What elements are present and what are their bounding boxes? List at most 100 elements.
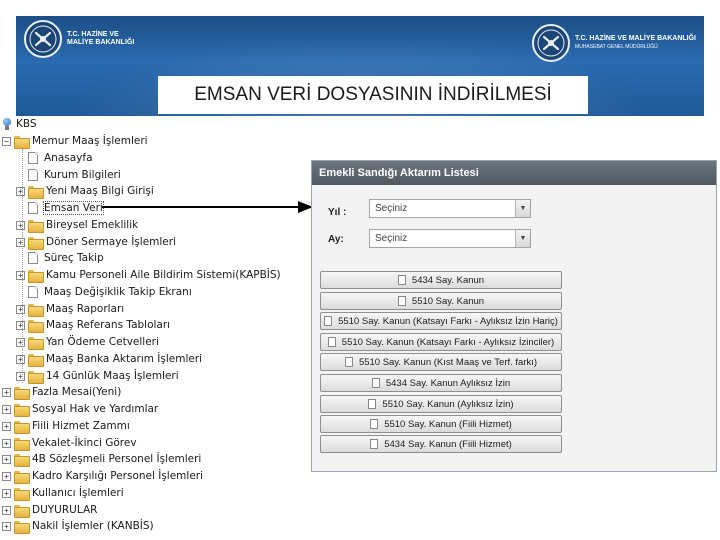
tree-item[interactable]: + Kadro Karşılığı Personel İşlemleri [2, 468, 203, 484]
ministry-name-line2: MALİYE BAKANLIĞI [67, 39, 135, 46]
tree-item-label: Yeni Maaş Bilgi Girişi [46, 185, 154, 197]
tree-item[interactable]: Anasayfa [16, 150, 93, 166]
tree-item[interactable]: + Vekalet-İkinci Görev [2, 435, 137, 451]
document-icon [368, 399, 377, 409]
download-button[interactable]: 5510 Say. Kanun (Fiili Hizmet) [320, 415, 562, 433]
folder-icon [14, 453, 30, 467]
page-icon [28, 252, 38, 264]
expand-icon[interactable]: + [2, 454, 11, 464]
year-select[interactable]: Seçiniz ▼ [369, 199, 531, 218]
download-button[interactable]: 5510 Say. Kanun (Aylıksız İzin) [320, 395, 562, 413]
tree-item-label: 4B Sözleşmeli Personel İşlemleri [32, 453, 202, 465]
tree-item[interactable]: + Fazla Mesai(Yeni) [2, 384, 121, 400]
month-select-value: Seçiniz [375, 233, 408, 244]
tree-item-label: Fazla Mesai(Yeni) [32, 386, 122, 398]
tree-item[interactable]: Maaş Değişiklik Takip Ekranı [16, 284, 192, 300]
expand-icon[interactable]: + [16, 270, 25, 280]
tree-item[interactable]: Süreç Takip [16, 250, 104, 266]
tree-item-label: Vekalet-İkinci Görev [32, 437, 137, 449]
expand-icon[interactable]: + [16, 371, 25, 381]
folder-icon [28, 236, 44, 250]
tree-item[interactable]: + Kamu Personeli Aile Bildirim Sistemi(KA… [16, 267, 281, 283]
tree-item[interactable]: + Maaş Banka Aktarım İşlemleri [16, 351, 202, 367]
tree-item-label: Nakil İşlemler (KANBİS) [32, 520, 154, 532]
kbs-root-icon [2, 118, 12, 130]
expand-icon[interactable]: + [2, 488, 11, 498]
expand-icon[interactable]: + [16, 354, 25, 364]
download-button-label: 5434 Say. Kanun Aylıksız İzin [385, 377, 511, 389]
download-button[interactable]: 5434 Say. Kanun [320, 271, 562, 289]
chevron-down-icon[interactable]: ▼ [515, 230, 530, 247]
tree-item[interactable]: +4B Sözleşmeli Personel İşlemleri [2, 451, 201, 467]
tree-item[interactable]: + Döner Sermaye İşlemleri [16, 234, 176, 250]
download-button[interactable]: 5510 Say. Kanun (Katsayı Farkı - Aylıksı… [320, 333, 562, 351]
tree-item-label: Maaş Banka Aktarım İşlemleri [46, 353, 203, 365]
tree-item[interactable]: + Maaş Raporları [16, 301, 124, 317]
tree-item[interactable]: + Maaş Referans Tabloları [16, 317, 170, 333]
expand-icon[interactable]: + [2, 521, 11, 531]
tree-root-label: KBS [16, 118, 37, 130]
tree-item[interactable]: + Kullanıcı İşlemleri [2, 485, 124, 501]
tree-item-label: Maaş Raporları [46, 303, 125, 315]
month-select[interactable]: Seçiniz ▼ [369, 229, 531, 248]
download-button[interactable]: 5434 Say. Kanun (Fiili Hizmet) [320, 435, 562, 453]
download-button-label: 5510 Say. Kanun (Katsayı Farkı - Aylıksı… [341, 336, 555, 348]
tree-item-label: 14 Günlük Maaş İşlemleri [46, 370, 179, 382]
folder-icon [28, 319, 44, 333]
tree-item[interactable]: Kurum Bilgileri [16, 167, 121, 183]
page-icon [28, 202, 38, 214]
folder-icon [14, 437, 30, 451]
expand-icon[interactable]: + [2, 387, 11, 397]
tree-item[interactable]: − Memur Maaş İşlemleri [2, 133, 148, 149]
folder-icon [14, 386, 30, 400]
tree-root[interactable]: KBS [2, 116, 37, 132]
tree-item[interactable]: + Fiili Hizmet Zammı [2, 418, 130, 434]
folder-icon [28, 336, 44, 350]
expand-icon[interactable]: + [16, 220, 25, 230]
tree-item-label: Memur Maaş İşlemleri [32, 135, 148, 147]
collapse-icon[interactable]: − [2, 136, 11, 146]
page-icon [28, 152, 38, 164]
tree-item-label: Kullanıcı İşlemleri [32, 487, 124, 499]
expand-icon[interactable]: + [2, 438, 11, 448]
tree-item[interactable]: +14 Günlük Maaş İşlemleri [16, 368, 179, 384]
page-icon [28, 169, 38, 181]
download-button-label: 5510 Say. Kanun (Fiili Hizmet) [384, 418, 512, 430]
expand-icon[interactable]: + [2, 404, 11, 414]
tree-item[interactable]: + Yeni Maaş Bilgi Girişi [16, 183, 154, 199]
folder-icon [14, 520, 30, 534]
download-button-label: 5434 Say. Kanun [411, 274, 485, 286]
download-button[interactable]: 5510 Say. Kanun [320, 292, 562, 310]
download-button[interactable]: 5434 Say. Kanun Aylıksız İzin [320, 374, 562, 392]
ministry-name-left: T.C. HAZİNE VE MALİYE BAKANLIĞI [67, 31, 134, 47]
tree-item[interactable]: Emsan Veri [16, 200, 104, 216]
tree-item-label: Maaş Referans Tabloları [46, 319, 171, 331]
tree-item[interactable]: + Yan Ödeme Cetvelleri [16, 334, 159, 350]
ministry-emblem-icon [532, 24, 571, 62]
ministry-emblem-icon [24, 20, 62, 58]
tree-item[interactable]: + Bireysel Emeklilik [16, 217, 138, 233]
tree-item[interactable]: + Sosyal Hak ve Yardımlar [2, 401, 158, 417]
expand-icon[interactable]: + [2, 421, 11, 431]
expand-icon[interactable]: + [16, 304, 25, 314]
expand-icon[interactable]: + [16, 237, 25, 247]
download-button[interactable]: 5510 Say. Kanun (Katsayı Farkı - Aylıksı… [320, 312, 562, 330]
expand-icon[interactable]: + [16, 337, 25, 347]
tree-item[interactable]: + DUYURULAR [2, 502, 97, 518]
folder-icon [28, 269, 44, 283]
expand-icon[interactable]: + [2, 471, 11, 481]
document-icon [324, 316, 333, 326]
tree-item[interactable]: + Nakil İşlemler (KANBİS) [2, 518, 154, 534]
folder-icon [14, 135, 30, 149]
header-banner: T.C. HAZİNE VE MALİYE BAKANLIĞI T.C. HAZ… [16, 16, 704, 116]
tree-item-label: Yan Ödeme Cetvelleri [46, 336, 159, 348]
chevron-down-icon[interactable]: ▼ [515, 200, 530, 217]
folder-icon [14, 504, 30, 518]
expand-icon[interactable]: + [16, 186, 25, 196]
expand-icon[interactable]: + [16, 320, 25, 330]
document-icon [370, 439, 379, 449]
tree-item-label: Fiili Hizmet Zammı [32, 420, 130, 432]
ministry-name-right: T.C. HAZİNE VE MALİYE BAKANLIĞI MUHASEBA… [575, 35, 696, 51]
download-button[interactable]: 5510 Say. Kanun (Kıst Maaş ve Terf. fark… [320, 353, 562, 371]
expand-icon[interactable]: + [2, 505, 11, 515]
